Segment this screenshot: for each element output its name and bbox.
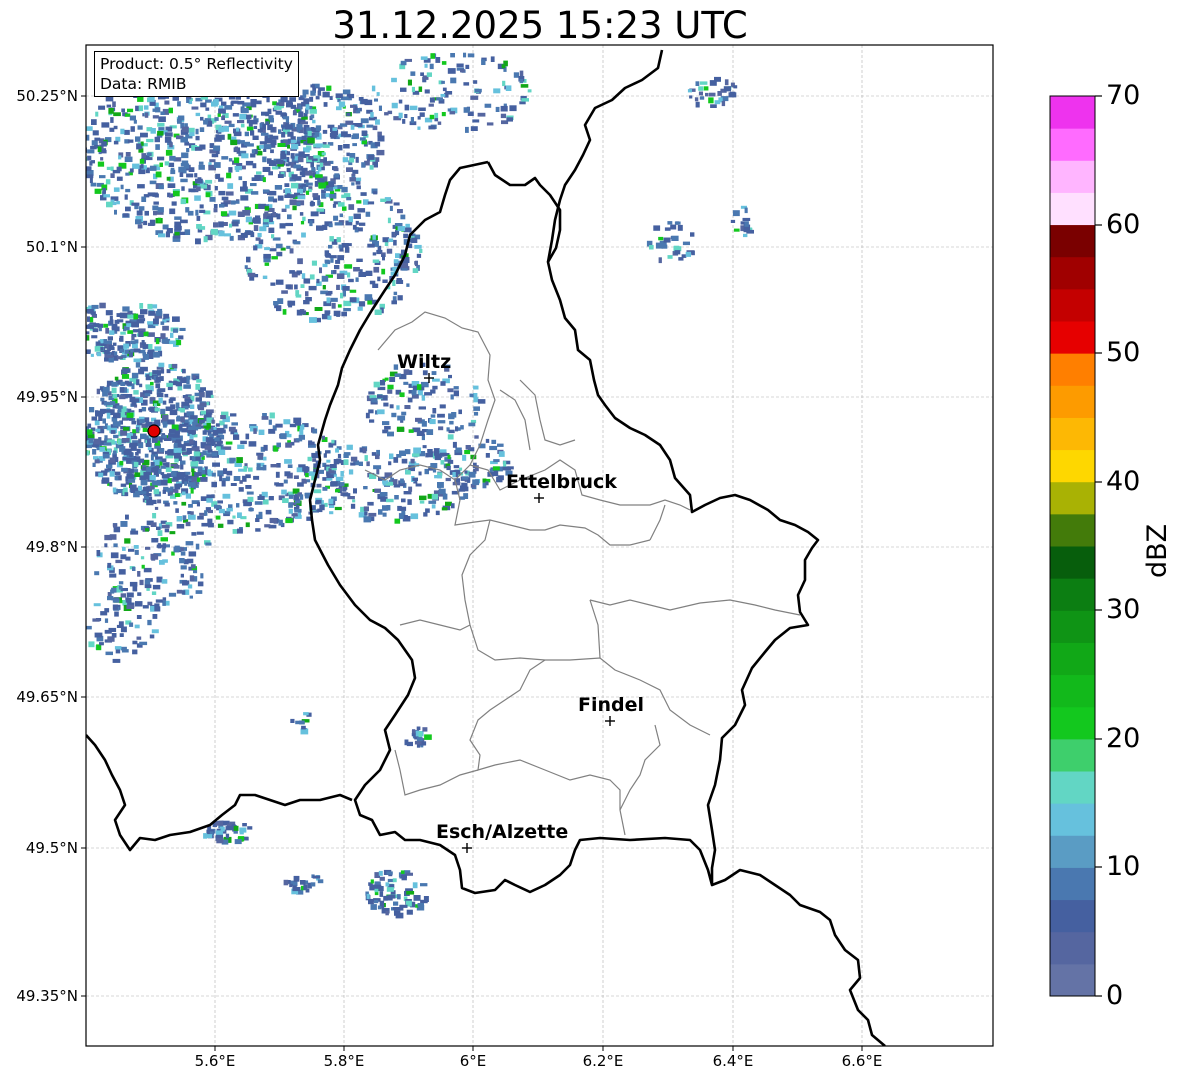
data-source-label: Data: RMIB [100, 75, 187, 93]
colorbar-tick-label: 60 [1106, 209, 1141, 240]
city-marker-findel [605, 716, 615, 726]
colorbar-segment [1050, 513, 1095, 547]
city-marker-esch [462, 843, 472, 853]
lon-label: 6.4°E [712, 1052, 754, 1070]
colorbar-segment [1050, 738, 1095, 772]
colorbar-segment [1050, 674, 1095, 708]
lat-ticks [81, 95, 86, 997]
colorbar-segment [1050, 706, 1095, 740]
city-label-esch: Esch/Alzette [436, 821, 569, 843]
colorbar [1050, 96, 1095, 997]
city-label-findel: Findel [578, 694, 645, 716]
colorbar-segment [1050, 931, 1095, 965]
radar-site-marker [147, 424, 161, 438]
colorbar-tick-label: 30 [1106, 594, 1141, 625]
colorbar-segment [1050, 578, 1095, 611]
colorbar-ticks [1095, 95, 1102, 997]
colorbar-tick-label: 50 [1106, 337, 1141, 368]
colorbar-segment [1050, 803, 1095, 836]
colorbar-segment [1050, 417, 1095, 451]
colorbar-segment [1050, 449, 1095, 483]
city-label-ettelbruck: Ettelbruck [506, 471, 617, 493]
colorbar-tick-label: 70 [1106, 80, 1141, 111]
colorbar-segment [1050, 385, 1095, 418]
colorbar-segment [1050, 256, 1095, 290]
colorbar-segment [1050, 224, 1095, 258]
colorbar-segment [1050, 835, 1095, 868]
lon-label: 6.6°E [841, 1052, 883, 1070]
lon-label: 6.2°E [582, 1052, 624, 1070]
colorbar-tick-label: 10 [1106, 851, 1141, 882]
colorbar-tick-label: 40 [1106, 466, 1141, 497]
colorbar-segment [1050, 128, 1095, 161]
colorbar-segment [1050, 96, 1095, 129]
colorbar-tick-label: 0 [1106, 980, 1124, 1011]
city-marker-ettelbruck [534, 493, 544, 503]
lat-label: 49.8°N [25, 538, 78, 556]
radar-echoes [86, 52, 754, 919]
lat-label: 49.5°N [25, 839, 78, 857]
colorbar-segment [1050, 546, 1095, 579]
colorbar-segment [1050, 192, 1095, 226]
product-info-box: Product: 0.5° Reflectivity Data: RMIB [94, 51, 299, 97]
lon-ticks [214, 1046, 863, 1051]
lat-label: 49.65°N [16, 688, 78, 706]
national-borders [86, 49, 886, 1046]
product-label: Product: 0.5° Reflectivity [100, 55, 293, 73]
lat-label: 49.35°N [16, 987, 78, 1005]
colorbar-segment [1050, 771, 1095, 804]
colorbar-segment [1050, 321, 1095, 354]
colorbar-segment [1050, 642, 1095, 676]
colorbar-unit-label: dBZ [1142, 523, 1173, 578]
colorbar-segment [1050, 899, 1095, 933]
colorbar-segment [1050, 160, 1095, 193]
lon-label: 5.6°E [194, 1052, 236, 1070]
lon-label: 5.8°E [323, 1052, 365, 1070]
colorbar-segment [1050, 963, 1095, 997]
colorbar-segment [1050, 353, 1095, 386]
colorbar-segment [1050, 610, 1095, 643]
colorbar-segment [1050, 867, 1095, 901]
city-markers [424, 373, 615, 853]
lon-label: 6°E [459, 1052, 487, 1070]
city-label-wiltz: Wiltz [397, 351, 452, 373]
colorbar-tick-label: 20 [1106, 723, 1141, 754]
colorbar-segment [1050, 288, 1095, 322]
lat-label: 50.1°N [25, 238, 78, 256]
lat-label: 49.95°N [16, 388, 78, 406]
colorbar-segment [1050, 481, 1095, 515]
radar-map [81, 44, 1102, 1051]
lat-label: 50.25°N [16, 87, 78, 105]
